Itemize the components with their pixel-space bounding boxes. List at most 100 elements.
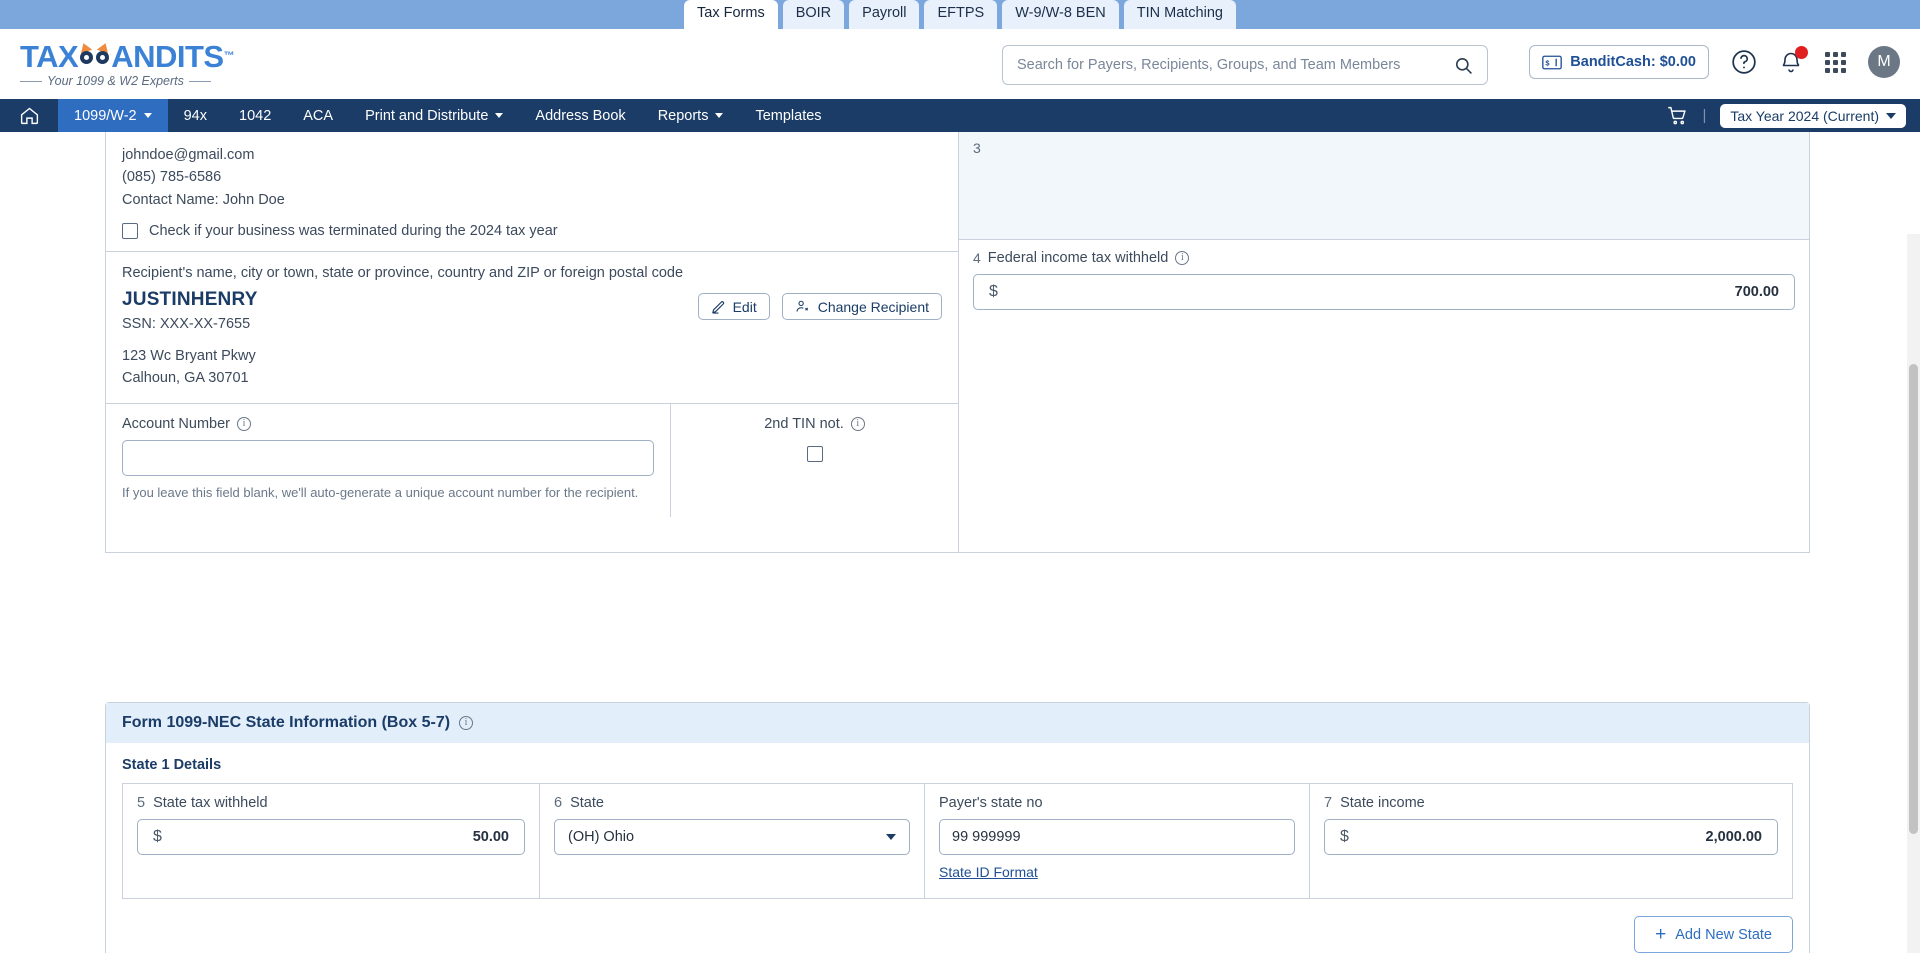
nav-item-address-book-label: Address Book (535, 107, 626, 124)
owl-icon (78, 40, 112, 67)
currency-symbol: $ (153, 828, 162, 845)
payer-state-no-cell: Payer's state no State ID Format (925, 784, 1310, 898)
state-tax-withheld-cell: 5 State tax withheld $ 50.00 (123, 784, 540, 898)
svg-text:$: $ (1546, 58, 1551, 67)
tab-payroll-label: Payroll (862, 5, 907, 22)
account-number-help-text: If you leave this field blank, we'll aut… (122, 484, 639, 500)
chevron-down-icon (886, 834, 896, 840)
payer-recipient-column: johndoe@gmail.com (085) 785-6586 Contact… (106, 132, 959, 552)
nav-item-aca[interactable]: ACA (287, 99, 349, 132)
payer-state-no-input[interactable] (939, 819, 1295, 855)
business-terminated-checkbox[interactable] (122, 223, 138, 240)
nav-item-print-and-distribute[interactable]: Print and Distribute (349, 99, 519, 132)
recipient-summary-row: JUSTINHENRY SSN: XXX-XX-7655 Edit Change… (106, 281, 958, 332)
page-scrollbar[interactable] (1907, 234, 1920, 953)
global-search[interactable] (1002, 45, 1488, 85)
trademark-symbol: ™ (223, 49, 235, 62)
info-icon[interactable]: i (850, 416, 865, 431)
top-tab-strip: Tax Forms BOIR Payroll EFTPS W-9/W-8 BEN… (0, 0, 1920, 29)
box-3-number: 3 (973, 140, 981, 156)
home-icon[interactable] (19, 105, 40, 126)
box-6-label-row: 6 State (554, 795, 910, 811)
box-6-number: 6 (554, 795, 563, 811)
nav-item-reports-label: Reports (657, 107, 709, 124)
state-select[interactable]: (OH) Ohio (554, 819, 910, 855)
search-icon[interactable] (1454, 56, 1473, 75)
taxbandits-logo[interactable]: TAX ANDITS ™ Your 1099 & W2 Experts (20, 38, 235, 88)
state-tax-withheld-value: 50.00 (472, 829, 509, 845)
tab-tin-matching[interactable]: TIN Matching (1123, 0, 1236, 29)
cart-icon[interactable] (1666, 105, 1688, 126)
app-header: TAX ANDITS ™ Your 1099 & W2 Experts $ (0, 29, 1920, 99)
recipient-address: 123 Wc Bryant Pkwy Calhoun, GA 30701 (106, 332, 958, 403)
tab-w9-w8-ben[interactable]: W-9/W-8 BEN (1002, 0, 1119, 29)
nav-item-94x-label: 94x (183, 107, 207, 124)
question-circle-icon[interactable] (1731, 49, 1757, 75)
nav-item-1042-label: 1042 (239, 107, 272, 124)
nav-item-1099-w2[interactable]: 1099/W-2 (58, 99, 168, 132)
recipient-identity: JUSTINHENRY SSN: XXX-XX-7655 (122, 289, 258, 332)
state-income-cell: 7 State income $ 2,000.00 (1310, 784, 1792, 898)
nav-item-templates[interactable]: Templates (739, 99, 837, 132)
add-new-state-row: + Add New State (106, 899, 1809, 953)
payer-state-no-label: Payer's state no (939, 795, 1043, 811)
box-5-number: 5 (137, 795, 146, 811)
box-7-number: 7 (1324, 795, 1333, 811)
tab-boir[interactable]: BOIR (782, 0, 845, 29)
state-income-input[interactable]: $ 2,000.00 (1324, 819, 1778, 855)
logo-text-tax: TAX (20, 38, 79, 74)
info-icon[interactable]: i (237, 416, 251, 431)
main-navigation: 1099/W-2 94x 1042 ACA Print and Distribu… (0, 99, 1920, 132)
payer-email: johndoe@gmail.com (122, 147, 255, 163)
business-terminated-row[interactable]: Check if your business was terminated du… (122, 223, 942, 240)
avatar[interactable]: M (1868, 46, 1900, 78)
nav-item-templates-label: Templates (755, 107, 822, 124)
scrollbar-thumb[interactable] (1909, 364, 1918, 834)
tab-payroll[interactable]: Payroll (849, 0, 920, 29)
state-select-cell: 6 State (OH) Ohio (540, 784, 925, 898)
add-new-state-button[interactable]: + Add New State (1634, 916, 1793, 953)
second-tin-checkbox[interactable] (806, 445, 823, 462)
payer-phone: (085) 785-6586 (122, 169, 222, 186)
apps-button[interactable] (1825, 51, 1846, 73)
account-number-field-group: Account Number i If you leave this field… (106, 403, 671, 517)
box-4-number: 4 (973, 250, 981, 266)
tab-eftps-label: EFTPS (937, 5, 985, 22)
box-4-container: 4 Federal income tax withheld i $ 700.00 (959, 240, 1809, 324)
nav-item-1042[interactable]: 1042 (223, 99, 287, 132)
nav-item-aca-label: ACA (303, 107, 334, 124)
pencil-icon (711, 301, 724, 315)
help-button[interactable] (1731, 49, 1757, 75)
tab-eftps[interactable]: EFTPS (924, 0, 998, 29)
nav-home[interactable] (0, 99, 58, 132)
box-4-label: Federal income tax withheld (987, 250, 1169, 266)
state-information-card: Form 1099-NEC State Information (Box 5-7… (105, 702, 1810, 953)
nav-item-address-book[interactable]: Address Book (519, 99, 641, 132)
federal-income-tax-withheld-value: 700.00 (1734, 284, 1779, 300)
state-id-format-link[interactable]: State ID Format (939, 864, 1038, 880)
second-tin-label: 2nd TIN not. (764, 415, 844, 432)
tab-tax-forms[interactable]: Tax Forms (684, 0, 778, 29)
federal-income-tax-withheld-input[interactable]: $ 700.00 (973, 274, 1795, 310)
banditcash-label: BanditCash: $0.00 (1570, 54, 1696, 70)
cart-button[interactable] (1666, 105, 1688, 126)
tab-tax-forms-label: Tax Forms (697, 5, 765, 22)
currency-symbol: $ (989, 283, 998, 300)
notifications-button[interactable] (1779, 45, 1808, 75)
tax-year-selector[interactable]: Tax Year 2024 (Current) (1720, 103, 1906, 128)
info-icon[interactable]: i (459, 716, 474, 730)
change-recipient-button[interactable]: Change Recipient (781, 293, 942, 321)
account-number-input[interactable] (122, 439, 654, 476)
banditcash-button[interactable]: $ BanditCash: $0.00 (1529, 45, 1709, 79)
apps-grid-icon[interactable] (1825, 51, 1846, 73)
nav-item-reports[interactable]: Reports (642, 99, 740, 132)
edit-recipient-button[interactable]: Edit (697, 293, 770, 321)
state-tax-withheld-input[interactable]: $ 50.00 (137, 819, 525, 855)
business-terminated-label: Check if your business was terminated du… (149, 223, 558, 240)
logo-wordmark: TAX ANDITS ™ (20, 38, 235, 74)
account-number-label: Account Number (122, 415, 230, 432)
info-icon[interactable]: i (1175, 251, 1190, 265)
nav-item-94x[interactable]: 94x (168, 99, 223, 132)
search-input[interactable] (1017, 57, 1454, 73)
state-1-fields-grid: 5 State tax withheld $ 50.00 6 State (OH… (122, 783, 1793, 899)
